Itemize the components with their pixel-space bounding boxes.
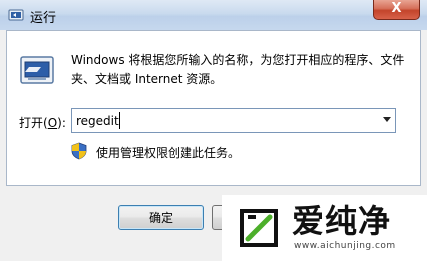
brand-logo-icon	[240, 209, 278, 247]
command-input[interactable]	[76, 112, 356, 129]
brand-text: 爱纯净	[292, 202, 392, 240]
run-icon	[8, 9, 24, 21]
ok-button[interactable]: 确定	[118, 205, 204, 230]
uac-shield-icon	[71, 142, 87, 160]
run-description: Windows 将根据您所输入的名称，为您打开相应的程序、文件夹、文档或 Int…	[71, 53, 405, 86]
watermark: 爱纯净 www.aichunjing.com	[222, 195, 427, 261]
run-icon	[20, 56, 54, 84]
text-caret	[119, 112, 120, 129]
title-bar[interactable]: 运行 X	[0, 0, 427, 30]
open-label-suffix: ):	[57, 116, 66, 130]
open-label: 打开(O):	[19, 114, 66, 131]
close-icon: X	[391, 1, 402, 16]
dialog-body: Windows 将根据您所输入的名称，为您打开相应的程序、文件夹、文档或 Int…	[6, 30, 421, 186]
brand-url: www.aichunjing.com	[294, 241, 396, 251]
open-label-accesskey: O	[47, 116, 58, 130]
run-dialog: 运行 X Windows 将根据您所输入的名称，为您打开相应的程序、文件夹、文档…	[0, 0, 427, 261]
close-button[interactable]: X	[373, 0, 420, 20]
command-combobox[interactable]	[71, 108, 396, 133]
window-title: 运行	[30, 11, 57, 26]
admin-note: 使用管理权限创建此任务。	[96, 146, 241, 160]
open-label-prefix: 打开(	[19, 116, 48, 130]
chevron-down-icon[interactable]	[383, 117, 391, 122]
